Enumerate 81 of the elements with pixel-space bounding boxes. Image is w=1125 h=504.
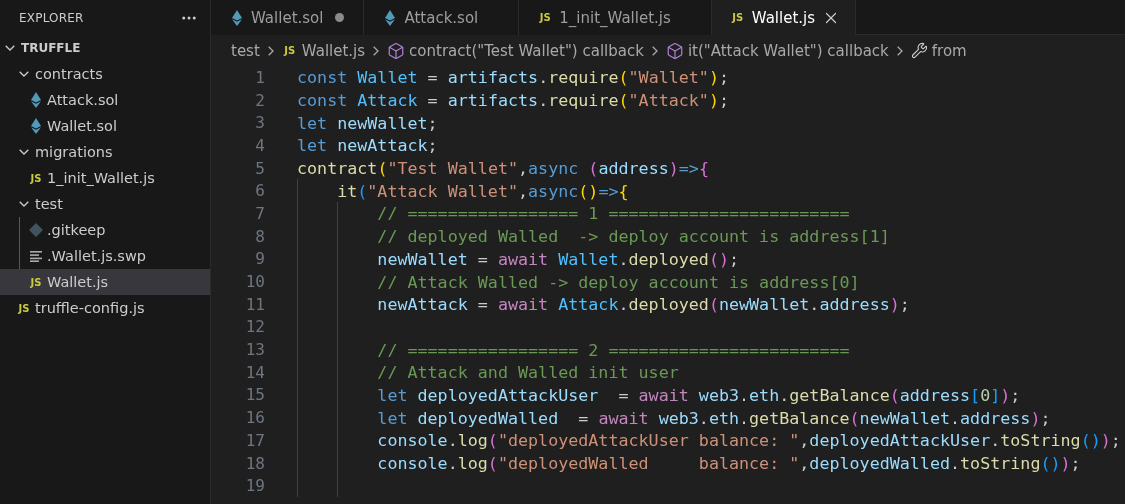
- cube-icon: [665, 41, 684, 60]
- folder-item[interactable]: test: [0, 191, 210, 217]
- chevron-down-icon: [19, 149, 29, 155]
- diamond-icon: [29, 223, 43, 237]
- code-line: it("Attack Wallet",async()=>{: [337, 180, 629, 201]
- editor-tab[interactable]: Wallet.sol: [211, 0, 365, 35]
- chevron-down-icon: [19, 71, 29, 77]
- code-line: let deployedAttackUser = await web3.eth.getBalance(address[0]);: [377, 384, 1021, 405]
- code-line: console.log("deployedAttackUser balance: ",deployedAttackUser.toString());: [377, 430, 1121, 451]
- ethereum-icon: [31, 118, 41, 134]
- chevron-right-icon: [896, 45, 903, 56]
- breadcrumb-item[interactable]: Wallet.js: [301, 41, 366, 60]
- code-line: contract("Test Wallet",async (address)=>{: [297, 158, 709, 179]
- line-number: 3: [254, 113, 265, 133]
- file-type-label: JS: [29, 276, 43, 288]
- editor-tab[interactable]: JS 1_init_Wallet.js: [519, 0, 712, 35]
- line-number: 2: [254, 90, 265, 110]
- file-type-label: JS: [17, 302, 31, 314]
- file-type-label: JS: [29, 172, 43, 184]
- chevron-down-icon: [19, 201, 29, 207]
- file-type-label: JS: [730, 12, 745, 23]
- file-item[interactable]: Wallet.sol: [0, 113, 210, 139]
- code-line: const Wallet = artifacts.require("Wallet");: [297, 67, 729, 88]
- editor-tab[interactable]: JS Wallet.js: [711, 0, 857, 35]
- file-item[interactable]: JS truffle-config.js: [0, 295, 210, 321]
- line-number: 6: [254, 181, 265, 201]
- breadcrumb-item[interactable]: it("Attack Wallet") callback: [687, 41, 889, 60]
- code-line: // deployed Walled -> deploy account is address[1]: [377, 226, 890, 247]
- line-number: 18: [244, 453, 265, 473]
- editor-tab[interactable]: Attack.sol: [364, 0, 520, 35]
- code-line: // Attack and Walled init user: [377, 362, 679, 383]
- chevron-right-icon: [373, 45, 380, 56]
- breadcrumb-item[interactable]: from: [931, 41, 967, 60]
- code-line: // ================= 1 ========================: [377, 203, 850, 224]
- line-number: 17: [244, 430, 265, 450]
- text-lines-icon: [29, 250, 43, 262]
- line-number: 12: [244, 317, 265, 337]
- code-line: let deployedWalled = await web3.eth.getBalance(newWallet.address);: [377, 407, 1051, 428]
- unsaved-dot: [334, 13, 344, 22]
- chevron-right-icon: [267, 45, 274, 56]
- code-line: // Attack Walled -> deploy account is address[0]: [377, 271, 860, 292]
- code-line: // ================= 2 ========================: [377, 339, 850, 360]
- code-line: let newWallet;: [297, 112, 438, 133]
- ethereum-icon: [385, 9, 396, 26]
- breadcrumb-item[interactable]: test: [231, 41, 260, 60]
- file-type-label: JS: [538, 12, 552, 23]
- code-line: console.log("deployedWalled balance: ",deployedWalled.toString());: [377, 453, 1081, 474]
- sidebar-title: EXPLORER: [19, 10, 84, 25]
- chevron-right-icon: [651, 45, 658, 56]
- line-number: 19: [244, 476, 265, 496]
- line-number: 7: [254, 203, 265, 223]
- line-number: 5: [254, 158, 265, 178]
- line-number: 4: [254, 135, 265, 155]
- folder-item[interactable]: TRUFFLE: [0, 35, 210, 61]
- file-item[interactable]: JS Wallet.js: [0, 269, 210, 295]
- code-line: let newAttack;: [297, 135, 438, 156]
- wrench-icon: [910, 42, 928, 59]
- line-number: 15: [244, 385, 265, 405]
- code-line: newAttack = await Attack.deployed(newWallet.address);: [377, 294, 910, 315]
- code-line: newWallet = await Wallet.deployed();: [377, 248, 740, 269]
- breadcrumb-item[interactable]: contract("Test Wallet") callback: [409, 41, 644, 60]
- ethereum-icon: [31, 92, 41, 108]
- line-number: 8: [254, 226, 265, 246]
- file-item[interactable]: JS 1_init_Wallet.js: [0, 165, 210, 191]
- line-number: 13: [244, 340, 265, 360]
- cube-icon: [387, 41, 406, 60]
- file-item[interactable]: Attack.sol: [0, 87, 210, 113]
- ethereum-icon: [232, 9, 242, 26]
- file-item[interactable]: .gitkeep: [0, 217, 210, 243]
- folder-item[interactable]: migrations: [0, 139, 210, 165]
- code-line: const Attack = artifacts.require("Attack");: [297, 90, 729, 111]
- line-number: 14: [244, 362, 265, 382]
- line-number: 16: [244, 408, 265, 428]
- line-number: 9: [254, 249, 265, 269]
- file-item[interactable]: .Wallet.js.swp: [0, 243, 210, 269]
- folder-item[interactable]: contracts: [0, 61, 210, 87]
- chevron-down-icon: [5, 45, 15, 51]
- file-type-label: JS: [282, 45, 297, 56]
- line-number: 10: [244, 272, 265, 292]
- line-number: 1: [254, 67, 265, 87]
- line-number: 11: [244, 294, 265, 314]
